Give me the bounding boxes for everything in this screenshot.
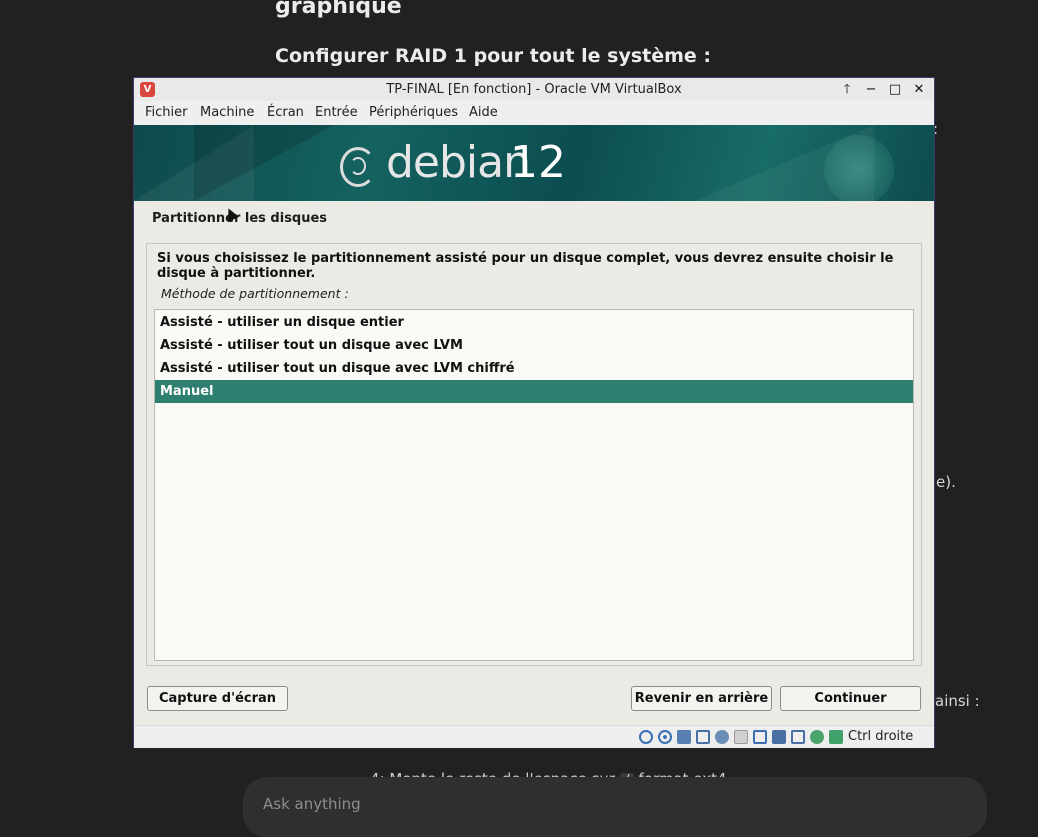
- menu-ecran[interactable]: Écran: [267, 105, 304, 120]
- text-fragment-paren: e).: [936, 473, 956, 491]
- list-item-selected[interactable]: Manuel: [155, 380, 913, 403]
- virtualization-icon[interactable]: [791, 730, 805, 744]
- text-fragment-ainsi: ainsi :: [935, 692, 980, 710]
- network-icon[interactable]: [696, 730, 710, 744]
- chat-input-box[interactable]: [243, 777, 987, 837]
- shared-folders-icon[interactable]: [734, 730, 748, 744]
- chat-input[interactable]: [261, 791, 865, 817]
- menu-peripheriques[interactable]: Périphériques: [369, 105, 458, 120]
- question-panel: Si vous choisissez le partitionnement as…: [146, 243, 922, 666]
- debian-version: 12: [510, 137, 566, 188]
- debian-banner: debian 12: [134, 125, 934, 201]
- keyboard-icon[interactable]: [829, 730, 843, 744]
- keep-above-button[interactable]: 🡑: [837, 80, 857, 99]
- banner-decoration: [194, 125, 334, 201]
- section-heading: Configurer RAID 1 pour tout le système :: [275, 45, 712, 67]
- maximize-button[interactable]: □: [885, 80, 905, 99]
- vm-screen[interactable]: debian 12 Partitionner les disques Si vo…: [134, 125, 934, 725]
- audio-icon[interactable]: [677, 730, 691, 744]
- partition-method-list[interactable]: Assisté - utiliser un disque entier Assi…: [154, 309, 914, 661]
- menu-bar: Fichier Machine Écran Entrée Périphériqu…: [134, 101, 934, 125]
- display-icon[interactable]: [753, 730, 767, 744]
- list-label: Méthode de partitionnement :: [161, 286, 349, 301]
- minimize-button[interactable]: −: [861, 80, 881, 99]
- step-title: Partitionner les disques: [152, 211, 328, 226]
- usb-icon[interactable]: [715, 730, 729, 744]
- question-text: Si vous choisissez le partitionnement as…: [157, 251, 894, 281]
- menu-entree[interactable]: Entrée: [315, 105, 358, 120]
- back-button[interactable]: Revenir en arrière: [631, 686, 772, 711]
- status-bar: Ctrl droite: [134, 725, 934, 748]
- hard-disk-icon[interactable]: [639, 730, 653, 744]
- list-item[interactable]: Assisté - utiliser tout un disque avec L…: [155, 334, 913, 357]
- debian-swirl-icon: [340, 147, 376, 187]
- menu-fichier[interactable]: Fichier: [145, 105, 188, 120]
- menu-aide[interactable]: Aide: [469, 105, 498, 120]
- mouse-integration-icon[interactable]: [810, 730, 824, 744]
- host-key-label: Ctrl droite: [848, 729, 914, 744]
- section-heading-top: graphique: [275, 0, 402, 19]
- banner-decoration: [824, 135, 894, 201]
- title-bar[interactable]: V TP-FINAL [En fonction] - Oracle VM Vir…: [134, 78, 934, 102]
- menu-machine[interactable]: Machine: [200, 105, 254, 120]
- debian-logo-text: debian: [386, 137, 531, 188]
- close-button[interactable]: ✕: [909, 80, 929, 99]
- screenshot-button[interactable]: Capture d'écran: [147, 686, 288, 711]
- continue-button[interactable]: Continuer: [780, 686, 921, 711]
- list-item[interactable]: Assisté - utiliser tout un disque avec L…: [155, 357, 913, 380]
- virtualbox-window: V TP-FINAL [En fonction] - Oracle VM Vir…: [133, 77, 935, 748]
- optical-drive-icon[interactable]: [658, 730, 672, 744]
- list-item[interactable]: Assisté - utiliser un disque entier: [155, 311, 913, 334]
- window-title: TP-FINAL [En fonction] - Oracle VM Virtu…: [386, 82, 682, 97]
- video-capture-icon[interactable]: [772, 730, 786, 744]
